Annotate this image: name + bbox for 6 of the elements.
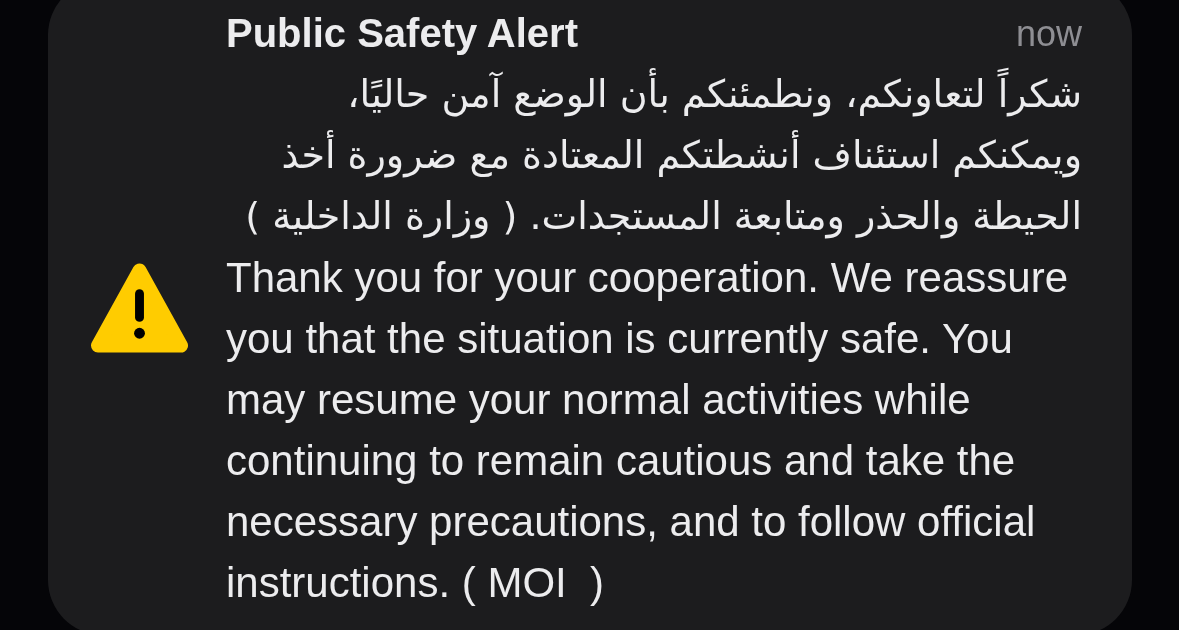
arabic-message: شكراً لتعاونكم، ونطمئنكم بأن الوضع آمن حاليًا، ويمكنكم استئناف أنشطتكم المعتادة مع ضرورة أخذ الحيطة والحذر ومتابعة المستجدات. ( وزارة الداخلية ) (226, 63, 1082, 247)
notification-card[interactable] (48, 0, 1132, 630)
notification-title: Public Safety Alert (226, 9, 578, 57)
warning-icon (90, 261, 189, 354)
timestamp: now (1015, 11, 1082, 56)
english-message: Thank you for your cooperation. We reassure you that the situation is currently safe. You may resume your normal activities while continuing to remain cautious and take the necessary precautions, and to follow official instructions. ( MOI ) (226, 252, 1069, 608)
